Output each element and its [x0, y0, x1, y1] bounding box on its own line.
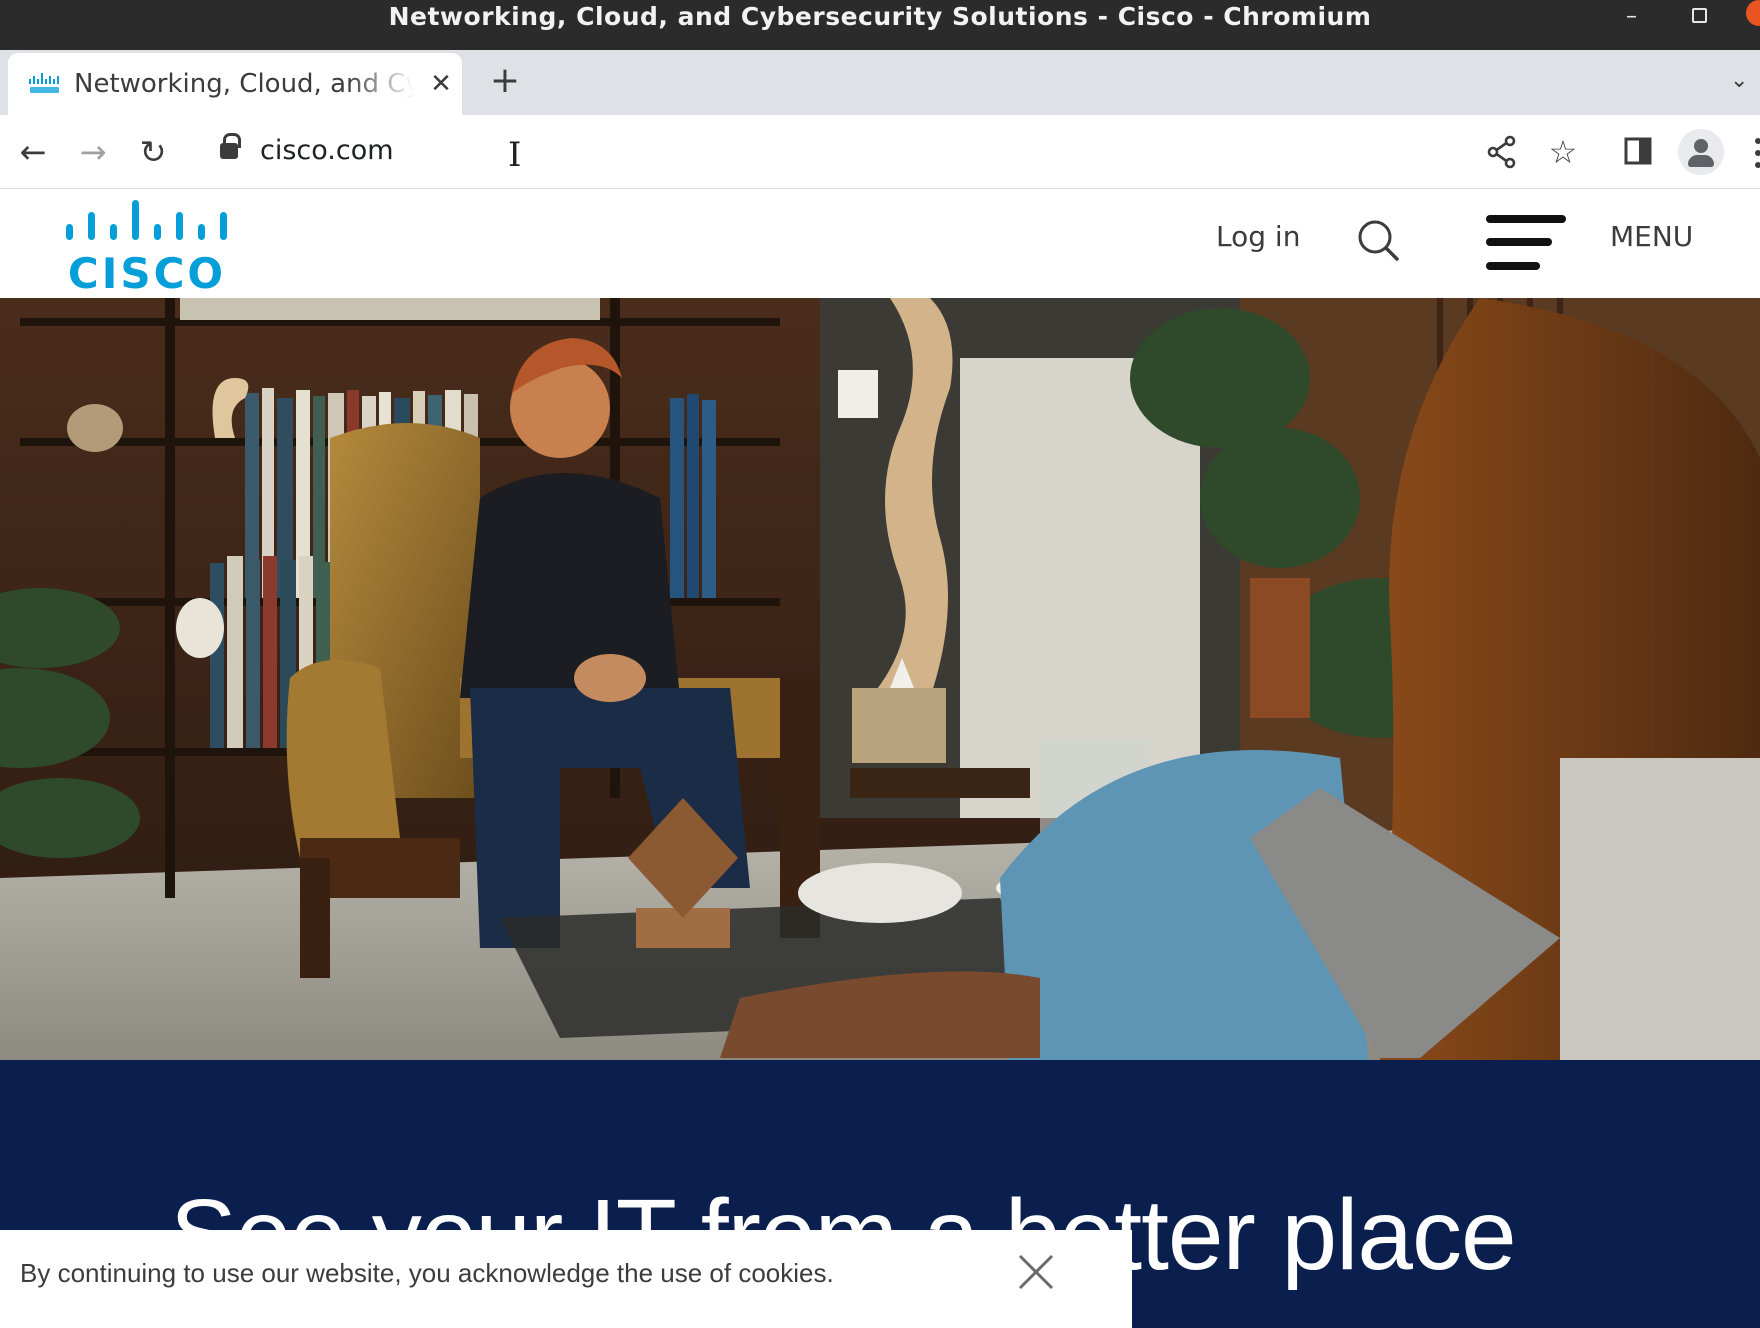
hamburger-menu-icon[interactable]: [1486, 214, 1566, 274]
cisco-logo[interactable]: CISCO: [64, 198, 234, 298]
window-title: Networking, Cloud, and Cybersecurity Sol…: [388, 2, 1372, 31]
window-titlebar: Networking, Cloud, and Cybersecurity Sol…: [0, 0, 1760, 50]
maximize-icon[interactable]: [1692, 8, 1707, 23]
cookie-message: By continuing to use our website, you ac…: [20, 1258, 834, 1288]
minimize-icon[interactable]: –: [1626, 4, 1637, 29]
tab-strip: Networking, Cloud, and Cybersecurity Sol…: [0, 50, 1760, 115]
more-menu-icon[interactable]: [1752, 135, 1760, 171]
hero-illustration: [0, 298, 1760, 1060]
menu-button[interactable]: MENU: [1610, 220, 1693, 253]
tab-search-icon[interactable]: ⌄: [1730, 64, 1760, 98]
cisco-favicon-icon: [29, 73, 59, 93]
lock-icon[interactable]: [220, 133, 241, 159]
new-tab-button[interactable]: +: [484, 60, 526, 102]
back-button[interactable]: ←: [10, 129, 56, 175]
address-bar[interactable]: cisco.com I: [196, 121, 1480, 181]
tab-close-icon[interactable]: ✕: [424, 67, 458, 101]
login-link[interactable]: Log in: [1216, 220, 1300, 253]
reload-button[interactable]: ↻: [130, 129, 176, 175]
text-cursor-icon: I: [508, 135, 522, 175]
url-text[interactable]: cisco.com: [260, 121, 394, 181]
search-icon[interactable]: [1356, 218, 1400, 262]
share-icon[interactable]: [1486, 135, 1518, 169]
cookie-banner: By continuing to use our website, you ac…: [0, 1230, 1132, 1328]
tab-cisco[interactable]: Networking, Cloud, and Cybersecurity Sol…: [8, 53, 462, 115]
cisco-logo-text: CISCO: [68, 249, 226, 298]
cookie-close-icon[interactable]: [1016, 1252, 1056, 1292]
hero-image: [0, 298, 1760, 1060]
side-panel-icon[interactable]: [1624, 137, 1652, 165]
browser-toolbar: ← → ↻ cisco.com I ☆: [0, 115, 1760, 189]
bookmark-star-icon[interactable]: ☆: [1540, 129, 1586, 175]
site-header: CISCO Log in MENU: [0, 190, 1760, 298]
forward-button[interactable]: →: [70, 129, 116, 175]
profile-avatar-icon[interactable]: [1678, 129, 1724, 175]
tab-title: Networking, Cloud, and Cybersecurity Sol…: [74, 69, 414, 99]
